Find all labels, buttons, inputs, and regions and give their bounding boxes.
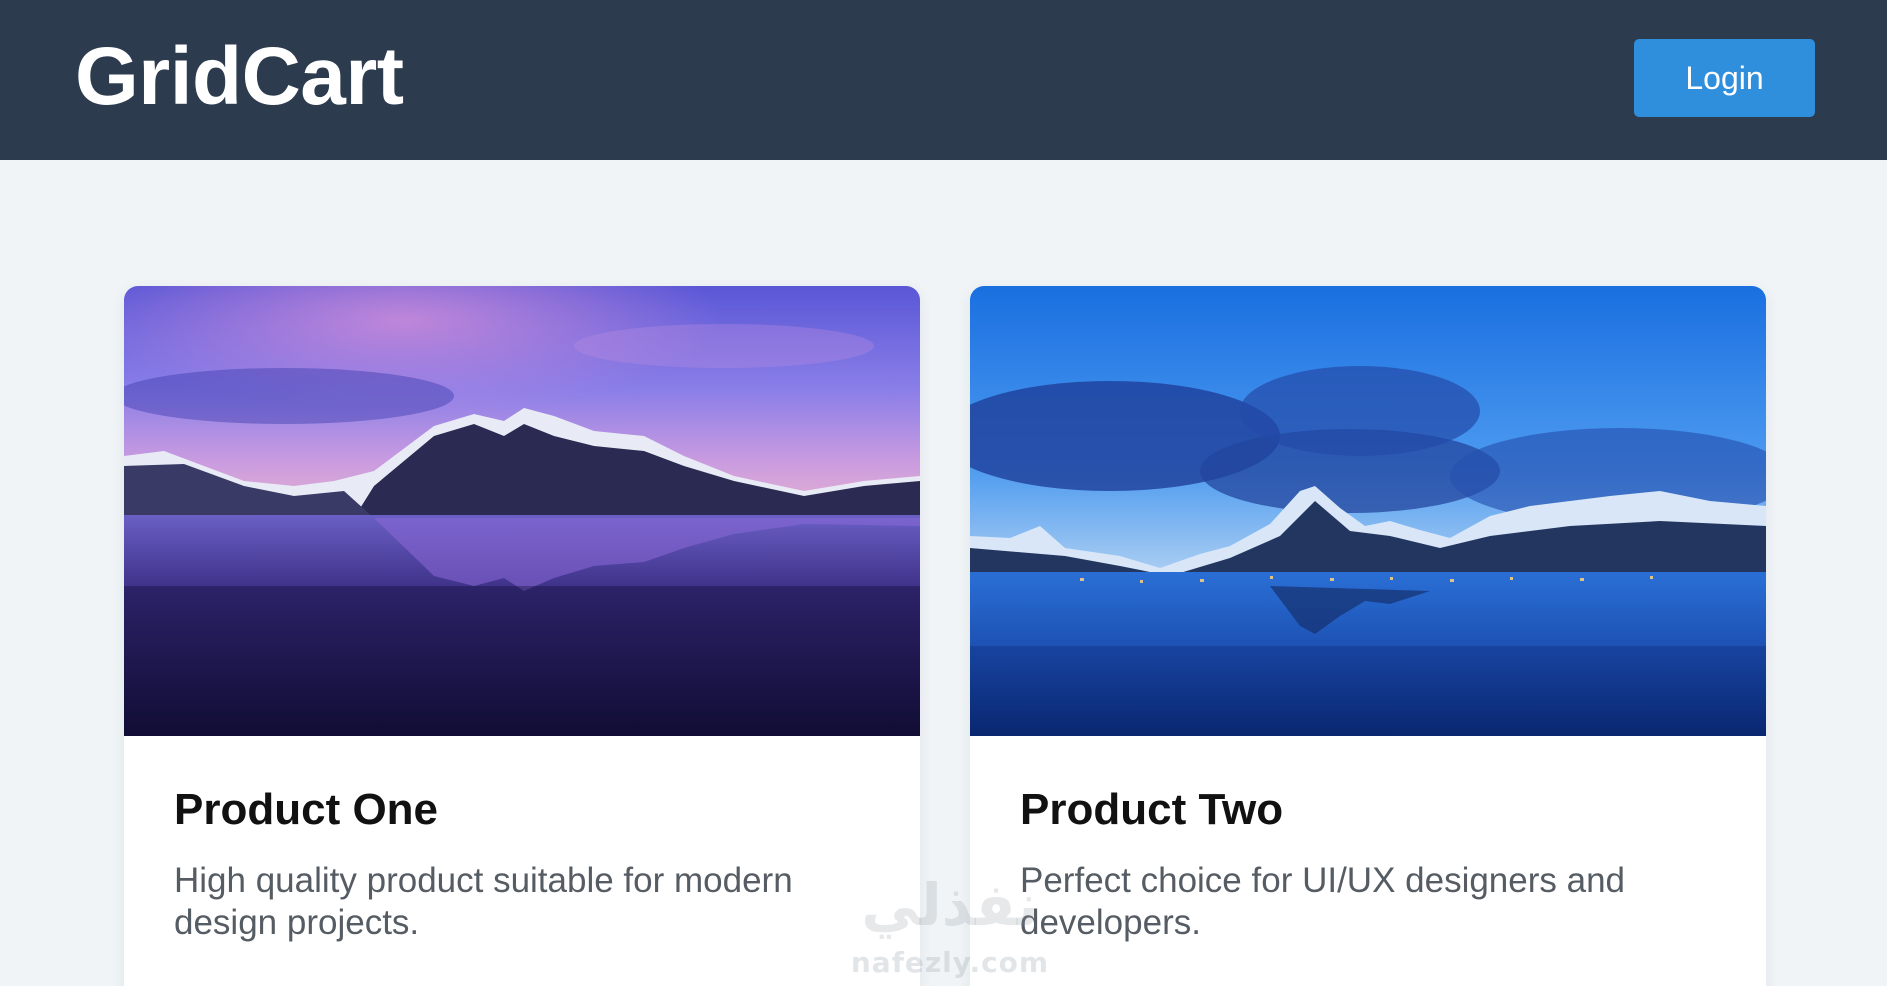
product-card[interactable]: Product Two Perfect choice for UI/UX des…: [970, 286, 1766, 986]
product-description: High quality product suitable for modern…: [174, 861, 793, 942]
product-description: Perfect choice for UI/UX designers and d…: [1020, 861, 1626, 942]
site-logo[interactable]: GridCart: [75, 30, 404, 124]
top-header: GridCart Login: [0, 0, 1887, 160]
product-card[interactable]: Product One High quality product suitabl…: [124, 286, 920, 986]
product-image: [124, 286, 920, 736]
login-button[interactable]: Login: [1634, 39, 1815, 117]
product-title: Product Two: [1020, 785, 1284, 834]
product-title: Product One: [174, 785, 439, 834]
product-image: [970, 286, 1766, 736]
